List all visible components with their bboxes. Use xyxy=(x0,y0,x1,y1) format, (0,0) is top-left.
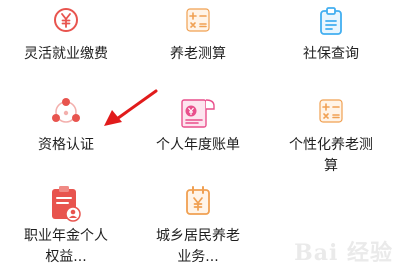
tile-occupational-annuity-rights[interactable]: 职业年金个人 权益... xyxy=(0,180,132,269)
tile-personalized-pension-calculation[interactable]: 个性化养老测 算 xyxy=(265,85,397,180)
scroll-bill-icon xyxy=(181,99,215,128)
people-network-icon xyxy=(52,98,80,123)
tile-urban-rural-pension-services[interactable]: 城乡居民养老 业务... xyxy=(132,180,264,269)
clipboard-doc-icon xyxy=(320,7,342,35)
tile-label: 灵活就业缴费 xyxy=(24,46,108,62)
person-clipboard-icon xyxy=(52,186,81,222)
tile-qualification-certification[interactable]: 资格认证 xyxy=(0,85,132,180)
tile-pension-calculation[interactable]: 养老测算 xyxy=(132,0,264,70)
tile-label: 职业年金个人 权益... xyxy=(24,228,108,265)
service-grid: 灵活就业缴费 养老测算 社保查询 资格认证 个人年度账单 个性化养老测 算 职业… xyxy=(0,0,397,269)
tile-label: 资格认证 xyxy=(38,137,94,153)
tile-flexible-employment-payment[interactable]: 灵活就业缴费 xyxy=(0,0,132,70)
tile-label: 城乡居民养老 业务... xyxy=(156,228,240,265)
watermark: Bai 经验 xyxy=(294,240,393,266)
tile-personal-annual-bill[interactable]: 个人年度账单 xyxy=(132,85,264,180)
yen-coin-icon xyxy=(54,8,78,32)
tile-label: 个性化养老测 算 xyxy=(289,137,373,174)
calculator-icon xyxy=(319,99,343,123)
tile-social-security-query[interactable]: 社保查询 xyxy=(265,0,397,70)
yen-calendar-icon xyxy=(186,186,210,215)
tile-label: 养老测算 xyxy=(170,46,226,62)
calculator-icon xyxy=(186,8,210,32)
tile-label: 个人年度账单 xyxy=(156,137,240,153)
tile-label: 社保查询 xyxy=(303,46,359,62)
